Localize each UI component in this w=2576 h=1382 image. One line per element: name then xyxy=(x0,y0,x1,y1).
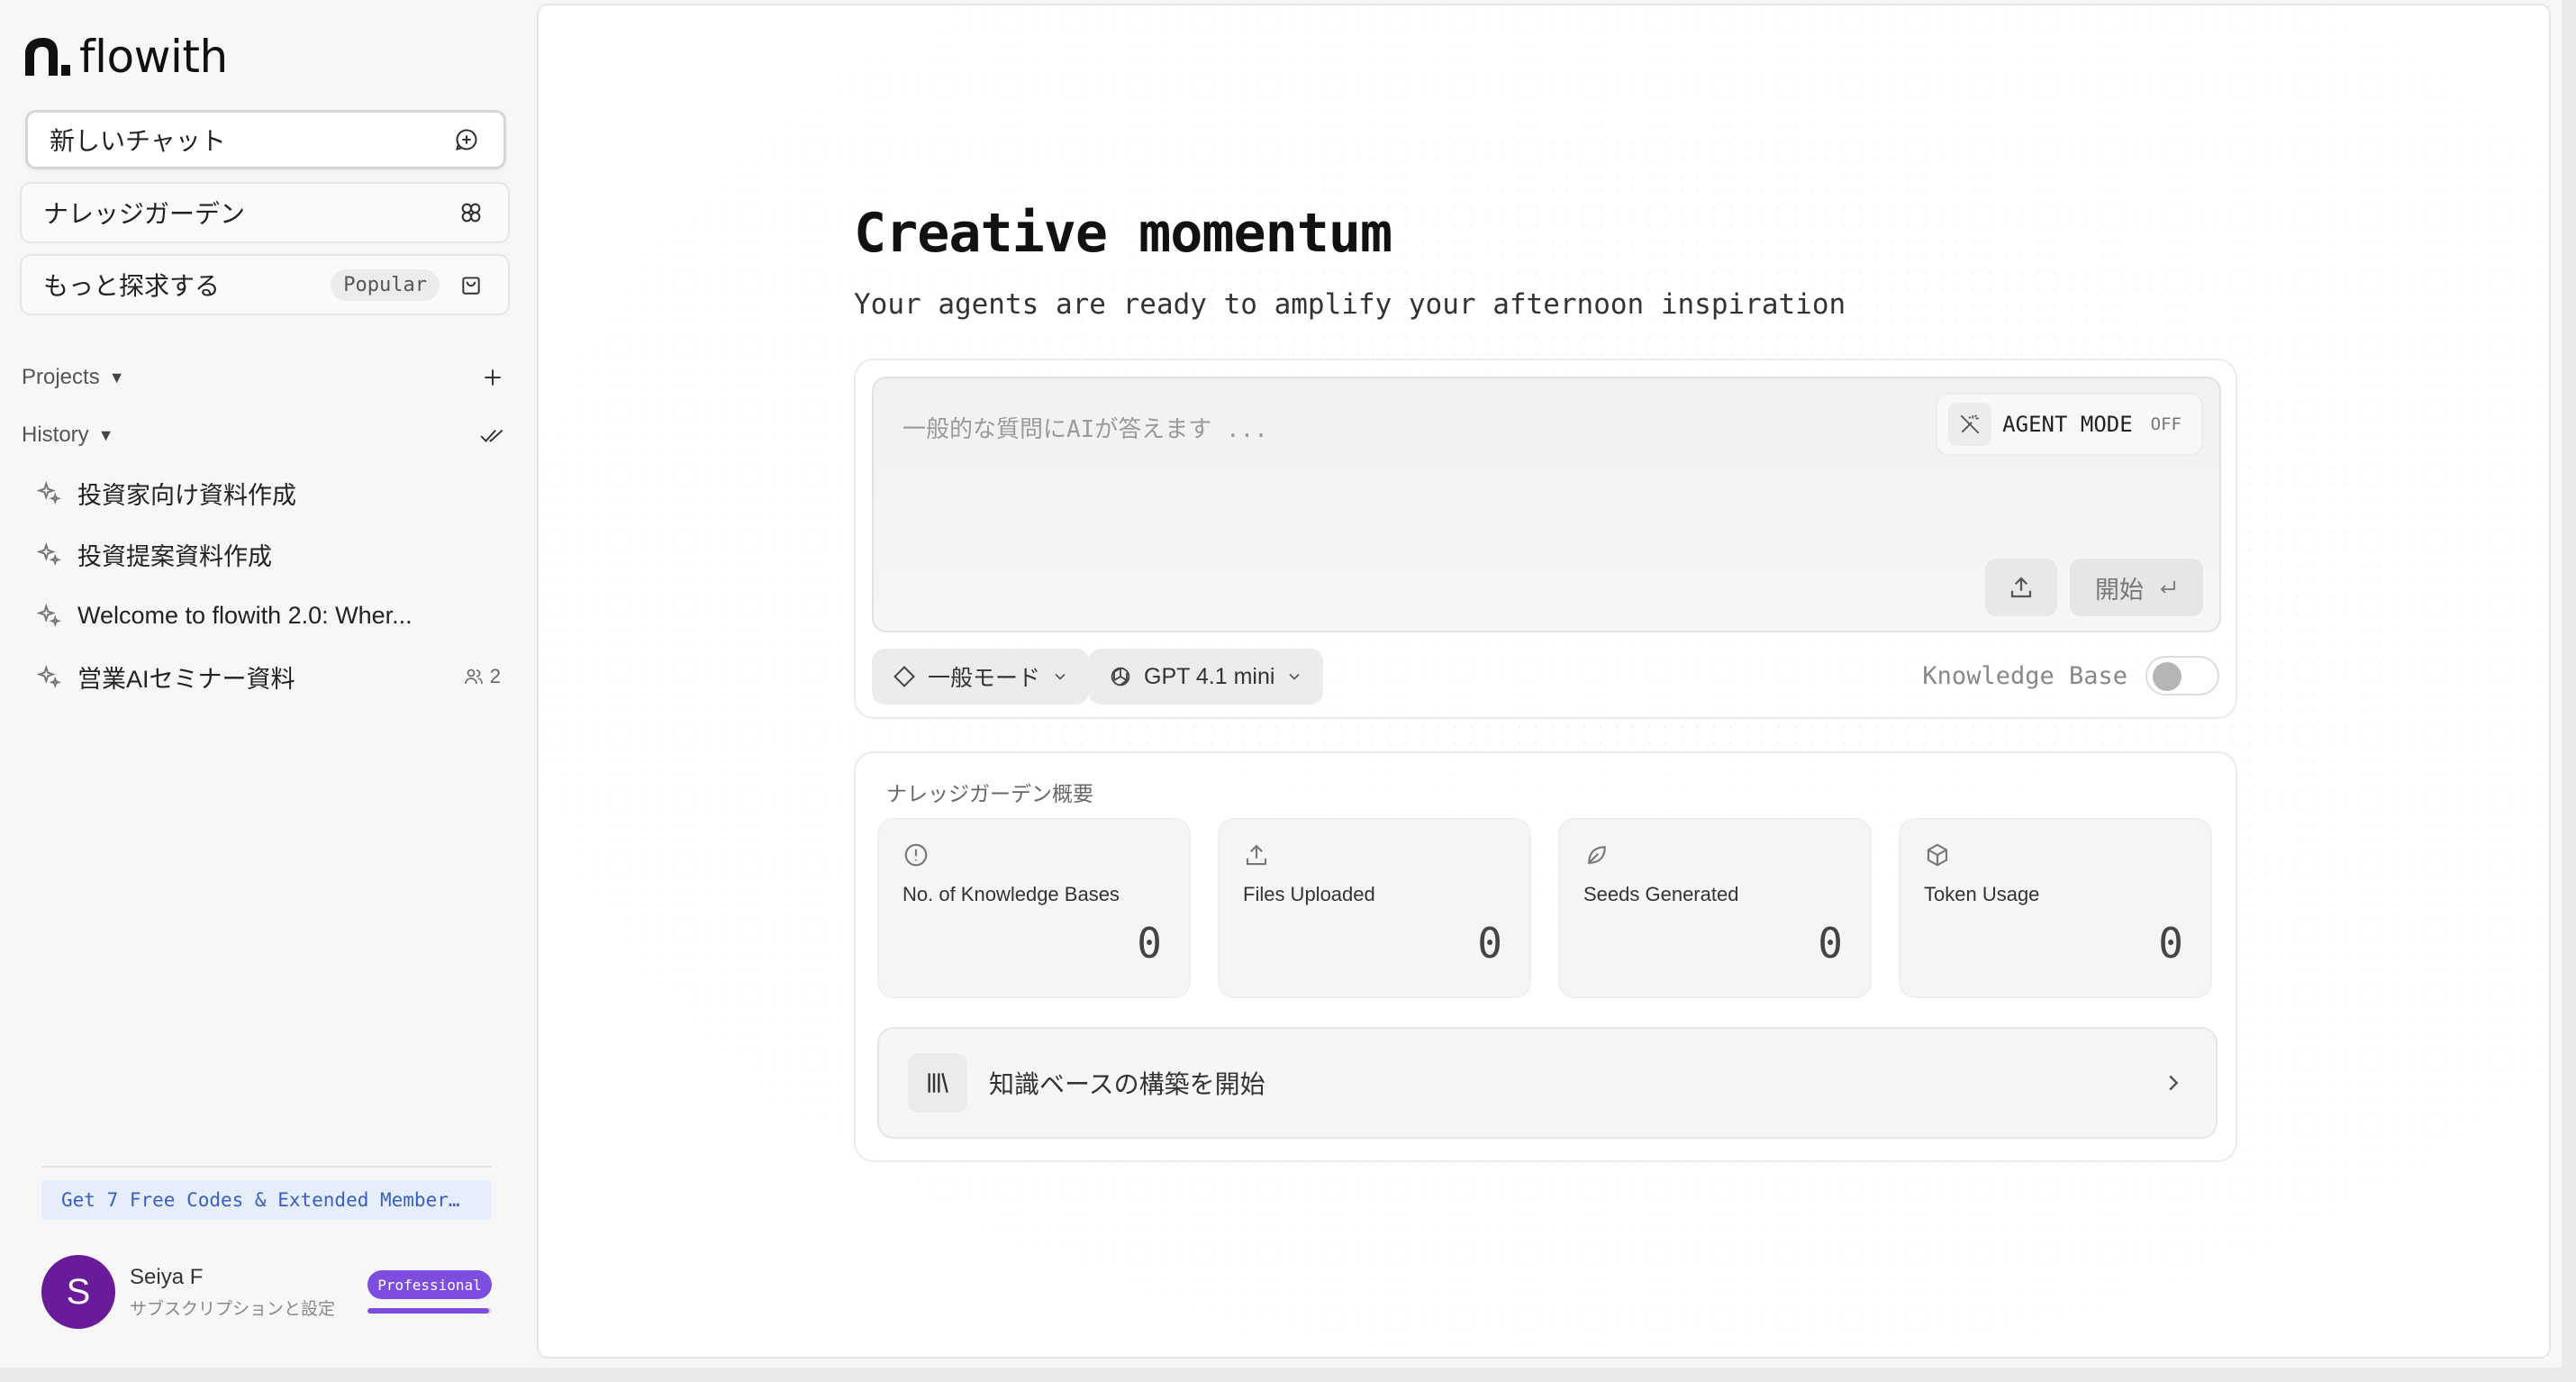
plan-status: Professional xyxy=(367,1270,492,1314)
sparkle-icon xyxy=(36,664,61,688)
chevron-down-icon xyxy=(1055,673,1066,680)
knowledge-garden-label: ナレッジガーデン xyxy=(43,200,246,228)
history-item[interactable]: 投資家向け資料作成 xyxy=(36,470,504,515)
stat-card-seeds-generated: Seeds Generated 0 xyxy=(1558,818,1872,998)
info-circle-icon xyxy=(904,843,928,867)
chevron-down-icon xyxy=(1289,673,1301,680)
history-item-title: 投資家向け資料作成 xyxy=(77,481,296,509)
page-title: Creative momentum xyxy=(854,202,1392,265)
promo-banner[interactable]: Get 7 Free Codes & Extended Member… xyxy=(41,1180,492,1220)
knowledge-garden-button[interactable]: ナレッジガーデン xyxy=(20,182,510,243)
agent-mode-state: OFF xyxy=(2150,414,2181,434)
knowledge-garden-overview: ナレッジガーデン概要 No. of Knowledge Bases 0 File… xyxy=(854,751,2237,1162)
new-chat-icon xyxy=(451,124,482,155)
sparkle-icon xyxy=(36,541,61,566)
flowith-logo-icon xyxy=(25,38,70,76)
subscription-settings-link[interactable]: サブスクリプションと設定 xyxy=(130,1296,367,1320)
magic-wand-off-icon xyxy=(1948,403,1992,446)
sidebar: flowith 新しいチャット ナレッジガーデン もっと探求する Popular… xyxy=(0,0,533,1368)
knowledge-base-switch: Knowledge Base xyxy=(1922,656,2219,696)
explore-button[interactable]: もっと探求する Popular xyxy=(20,254,510,315)
explore-label: もっと探求する xyxy=(43,272,221,300)
diamond-icon xyxy=(893,666,915,687)
shared-count: 2 xyxy=(489,665,501,687)
history-label[interactable]: History xyxy=(22,423,89,448)
stat-value: 0 xyxy=(1477,919,1502,968)
agent-mode-toggle[interactable]: AGENT MODE OFF xyxy=(1936,393,2203,456)
app-window: flowith 新しいチャット ナレッジガーデン もっと探求する Popular… xyxy=(0,0,2562,1368)
history-item-title: 営業AIセミナー資料 xyxy=(77,665,295,693)
caret-down-icon[interactable]: ▼ xyxy=(109,368,125,387)
shared-users: 2 xyxy=(463,665,501,688)
agent-mode-label: AGENT MODE xyxy=(2002,412,2133,437)
caret-down-icon[interactable]: ▼ xyxy=(98,426,114,445)
new-chat-button[interactable]: 新しいチャット xyxy=(25,110,506,169)
mode-select[interactable]: 一般モード xyxy=(872,649,1090,705)
brand-logo[interactable]: flowith xyxy=(22,31,228,83)
overview-title: ナレッジガーデン概要 xyxy=(886,782,1093,805)
stat-value: 0 xyxy=(2158,919,2183,968)
prompt-placeholder: 一般的な質問にAIが答えます ... xyxy=(903,416,1268,443)
avatar[interactable]: S xyxy=(41,1255,115,1329)
cube-icon xyxy=(1927,843,1948,867)
history-item[interactable]: 営業AIセミナー資料 2 xyxy=(36,654,504,699)
start-knowledge-base-button[interactable]: 知識ベースの構築を開始 xyxy=(877,1027,2218,1139)
history-item-title: Welcome to flowith 2.0: Wher... xyxy=(77,601,413,629)
enter-key-icon xyxy=(2160,581,2175,594)
model-select-value: GPT 4.1 mini xyxy=(1144,663,1275,689)
stat-label: No. of Knowledge Bases xyxy=(903,883,1120,905)
stat-value: 0 xyxy=(1818,919,1843,968)
user-profile[interactable]: S Seiya F サブスクリプションと設定 Professional xyxy=(41,1254,492,1330)
brand-name: flowith xyxy=(79,31,228,83)
upload-icon xyxy=(1246,844,1267,866)
toggle-knob xyxy=(2153,662,2181,691)
stat-card-token-usage: Token Usage 0 xyxy=(1899,818,2212,998)
sparkle-icon xyxy=(36,603,61,627)
history-section-header: History ▼ xyxy=(22,420,508,450)
start-knowledge-base-label: 知識ベースの構築を開始 xyxy=(989,1070,1265,1098)
prompt-input[interactable]: 一般的な質問にAIが答えます ... AGENT MODE OFF 開始 xyxy=(872,377,2221,632)
plan-usage-bar xyxy=(367,1308,492,1314)
seed-icon xyxy=(1588,846,1606,864)
plan-badge: Professional xyxy=(367,1270,492,1299)
flower-icon xyxy=(456,197,486,228)
double-check-icon[interactable] xyxy=(477,420,508,450)
mode-select-value: 一般モード xyxy=(928,666,1041,691)
user-name: Seiya F xyxy=(130,1264,204,1289)
chevron-right-icon xyxy=(2169,1075,2179,1091)
stat-label: Seeds Generated xyxy=(1583,883,1739,905)
history-item-title: 投資提案資料作成 xyxy=(77,542,272,570)
chat-composer: 一般的な質問にAIが答えます ... AGENT MODE OFF 開始 一般モ… xyxy=(854,359,2237,719)
history-item[interactable]: 投資提案資料作成 xyxy=(36,532,504,577)
add-project-icon[interactable] xyxy=(477,362,508,393)
main-panel: Creative momentum Your agents are ready … xyxy=(537,4,2551,1359)
shopping-bag-icon xyxy=(456,269,486,300)
stat-value: 0 xyxy=(1137,919,1162,968)
sparkle-icon xyxy=(36,480,61,505)
knowledge-base-label: Knowledge Base xyxy=(1922,661,2127,690)
new-chat-label: 新しいチャット xyxy=(50,127,226,155)
stat-card-files-uploaded: Files Uploaded 0 xyxy=(1218,818,1531,998)
history-item[interactable]: Welcome to flowith 2.0: Wher... xyxy=(36,593,504,638)
popular-badge: Popular xyxy=(331,268,440,301)
sidebar-divider xyxy=(41,1166,492,1168)
model-select[interactable]: GPT 4.1 mini xyxy=(1088,649,1324,705)
projects-label[interactable]: Projects xyxy=(22,365,100,390)
upload-icon xyxy=(2010,577,2032,598)
page-subtitle: Your agents are ready to amplify your af… xyxy=(854,288,1846,321)
users-icon xyxy=(464,668,483,685)
projects-section-header: Projects ▼ xyxy=(22,362,508,393)
start-button-label: 開始 xyxy=(2095,576,2144,604)
plan-usage-fill xyxy=(367,1308,490,1314)
knowledge-base-toggle[interactable] xyxy=(2145,656,2219,696)
stat-label: Token Usage xyxy=(1924,883,2040,905)
upload-button[interactable] xyxy=(1985,559,2057,616)
stat-card-knowledge-bases: No. of Knowledge Bases 0 xyxy=(877,818,1191,998)
user-info: Seiya F サブスクリプションと設定 xyxy=(130,1265,367,1320)
stat-label: Files Uploaded xyxy=(1243,883,1375,905)
start-button[interactable]: 開始 xyxy=(2070,559,2203,616)
openai-icon xyxy=(1111,667,1130,686)
library-icon xyxy=(908,1053,967,1113)
